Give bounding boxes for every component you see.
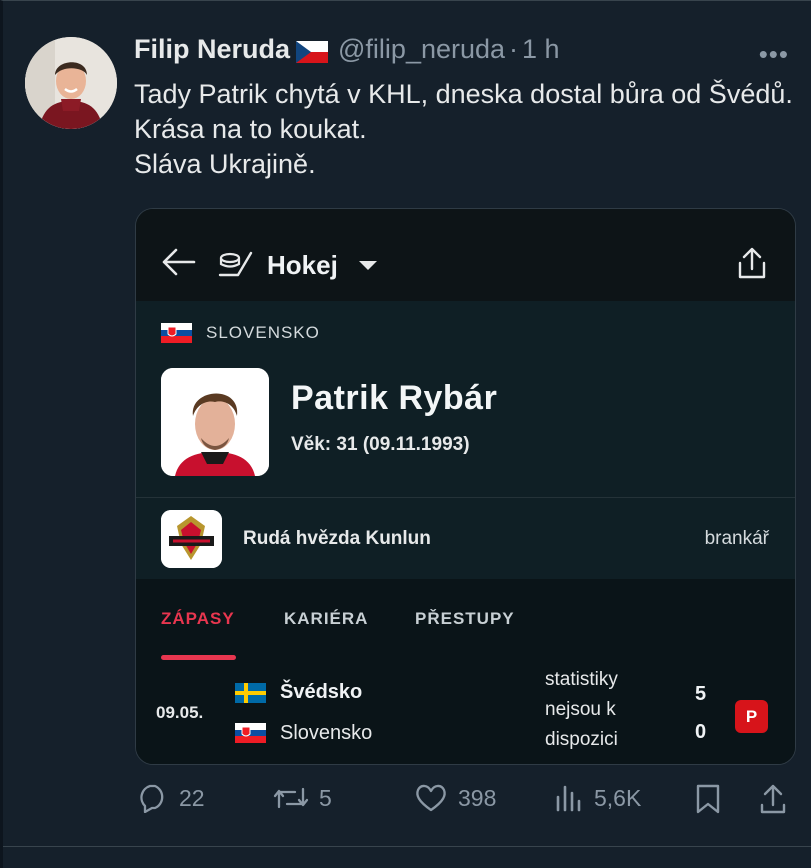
player-position: brankář xyxy=(704,528,769,549)
author-avatar[interactable] xyxy=(25,37,117,129)
team-logo xyxy=(161,510,222,568)
tweet-actions: 22 5 398 5,6K xyxy=(3,781,811,821)
away-score: 0 xyxy=(695,721,707,743)
player-name: Patrik Rybár xyxy=(291,379,498,417)
repost-button[interactable]: 5 xyxy=(273,783,332,813)
like-count: 398 xyxy=(458,784,497,811)
repost-count: 5 xyxy=(319,784,332,811)
match-row[interactable]: 09.05. Švédsko Slovensko statistiky nejs… xyxy=(136,661,795,764)
active-tab-indicator xyxy=(161,655,236,660)
player-age: Věk: 31 (09.11.1993) xyxy=(291,434,470,455)
country-label[interactable]: SLOVENSKO xyxy=(206,323,320,343)
czech-flag-icon xyxy=(296,39,329,63)
player-photo xyxy=(161,368,269,476)
team-row[interactable]: Rudá hvězda Kunlun brankář xyxy=(136,497,795,580)
divider xyxy=(3,846,811,847)
reply-count: 22 xyxy=(179,784,205,811)
chevron-down-icon[interactable] xyxy=(358,259,378,277)
tab-bar: ZÁPASY KARIÉRA PŘESTUPY xyxy=(136,579,795,662)
author-name[interactable]: Filip Neruda xyxy=(134,34,290,65)
match-date: 09.05. xyxy=(156,703,204,722)
repost-icon xyxy=(273,787,309,809)
slovakia-flag-icon xyxy=(161,323,192,348)
tab-matches[interactable]: ZÁPASY xyxy=(161,609,235,629)
result-badge: P xyxy=(735,700,768,733)
player-section: SLOVENSKO Patrik Rybár Věk: 31 (09.11.19… xyxy=(136,301,795,497)
slovakia-flag-icon xyxy=(235,723,266,748)
hockey-stick-icon xyxy=(218,249,254,284)
upload-icon xyxy=(760,784,786,814)
share-icon[interactable] xyxy=(736,247,768,286)
match-stats-note: statistiky nejsou k dispozici xyxy=(545,669,618,750)
sport-label[interactable]: Hokej xyxy=(267,250,338,281)
views-button[interactable]: 5,6K xyxy=(554,783,641,813)
bookmark-button[interactable] xyxy=(695,783,731,815)
back-arrow-icon[interactable] xyxy=(160,247,196,282)
reply-icon xyxy=(140,784,164,813)
away-team: Slovensko xyxy=(280,722,373,744)
team-name[interactable]: Rudá hvězda Kunlun xyxy=(243,528,431,550)
tweet-text: Tady Patrik chytá v KHL, dneska dostal b… xyxy=(134,79,793,179)
tweet-time[interactable]: 1 h xyxy=(522,34,560,65)
home-team: Švédsko xyxy=(280,681,363,703)
reply-button[interactable]: 22 xyxy=(136,783,205,813)
tweet-header: Filip Neruda @filip_neruda · 1 h xyxy=(134,34,560,65)
view-count: 5,6K xyxy=(594,784,642,811)
tweet[interactable]: Filip Neruda @filip_neruda · 1 h ••• Tad… xyxy=(0,0,811,868)
bookmark-icon xyxy=(696,784,720,814)
more-options-icon[interactable]: ••• xyxy=(759,39,789,70)
tab-transfers[interactable]: PŘESTUPY xyxy=(415,609,515,629)
views-icon xyxy=(556,785,581,812)
like-button[interactable]: 398 xyxy=(414,783,496,813)
time-separator: · xyxy=(509,34,519,64)
home-score: 5 xyxy=(695,683,707,705)
author-handle[interactable]: @filip_neruda xyxy=(338,34,505,65)
app-bar: Hokej xyxy=(136,209,795,301)
tab-career[interactable]: KARIÉRA xyxy=(284,609,368,629)
embedded-image-card[interactable]: Hokej SLOVENSKO Patrik Rybár Věk: 31 (09… xyxy=(135,208,796,765)
share-button[interactable] xyxy=(759,783,797,815)
heart-icon xyxy=(416,784,446,812)
sweden-flag-icon xyxy=(235,683,266,708)
